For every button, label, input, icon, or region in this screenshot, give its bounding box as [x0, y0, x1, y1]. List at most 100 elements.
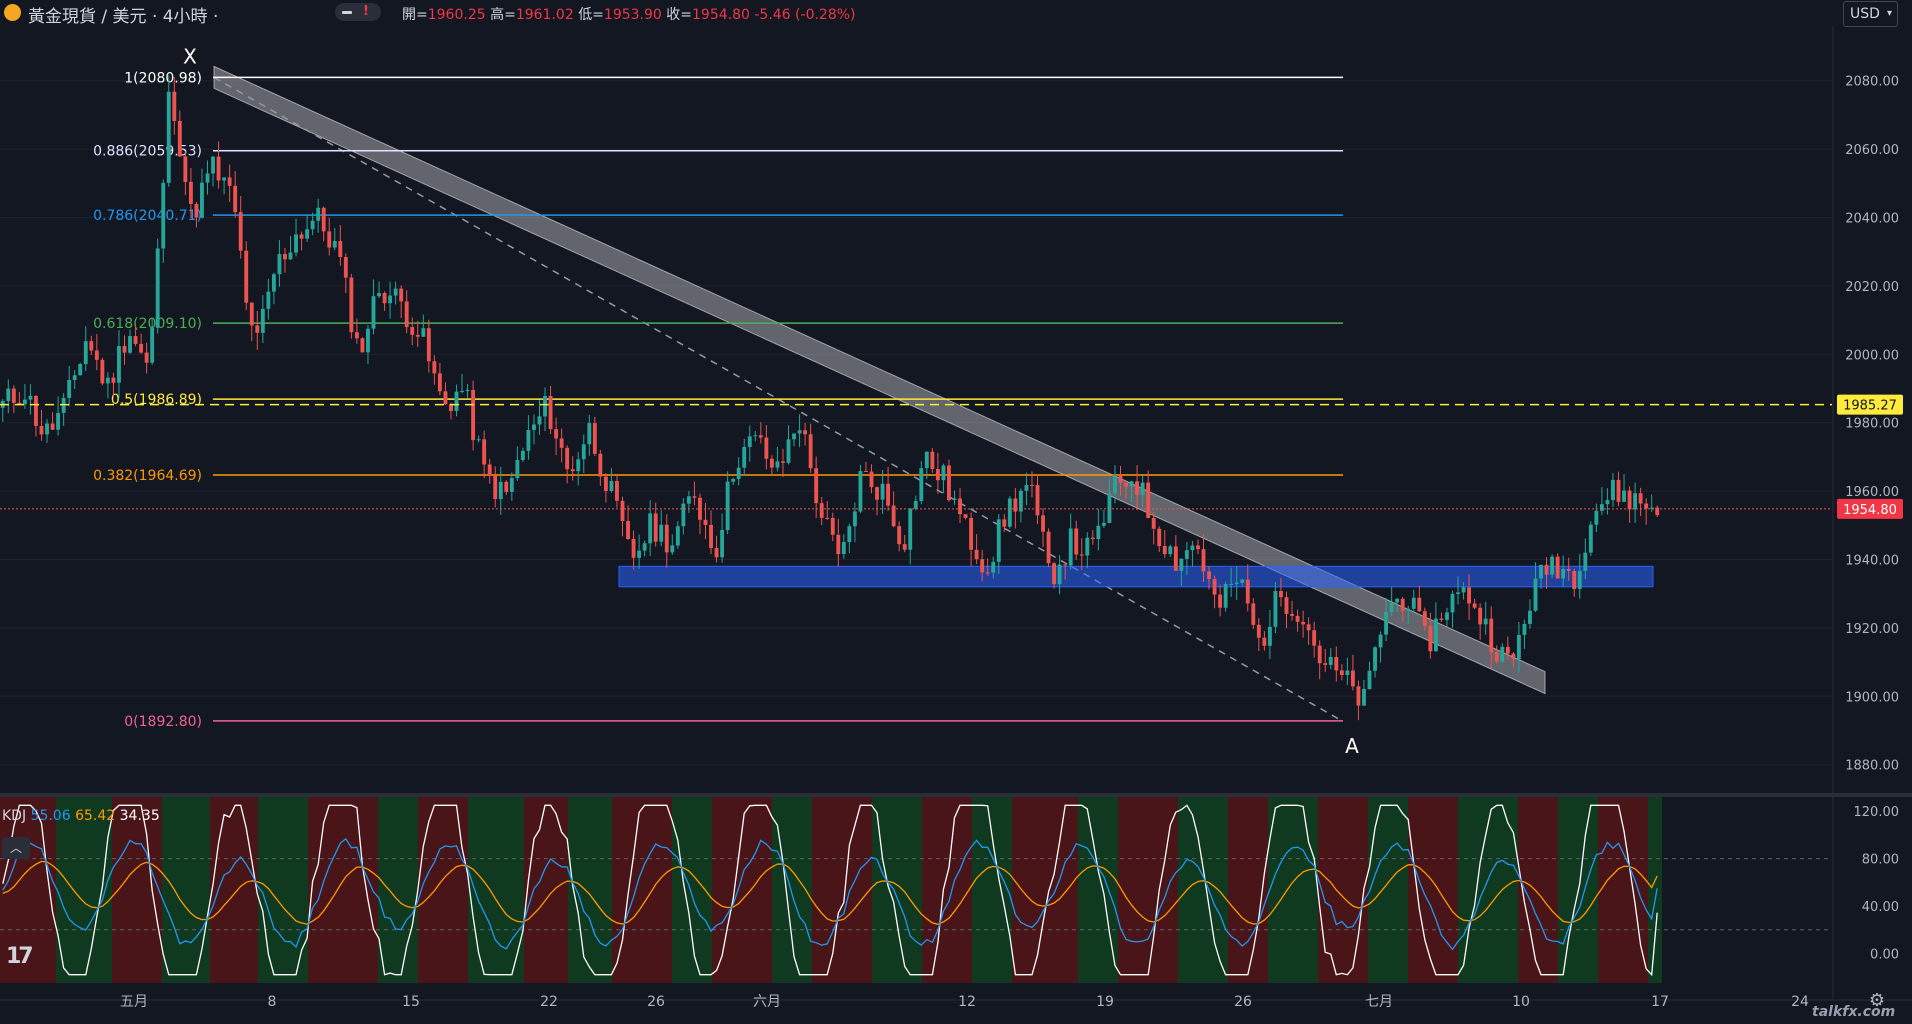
- point-x-label: X: [183, 44, 197, 68]
- candle-body: [1190, 545, 1195, 551]
- candle-body: [1057, 564, 1062, 585]
- candle-body: [1113, 475, 1117, 494]
- candle-body: [117, 346, 121, 383]
- pane-separator: [0, 793, 1912, 797]
- candle-body: [294, 234, 298, 253]
- candle-body: [1328, 657, 1333, 665]
- candle-body: [1461, 587, 1466, 593]
- candle-body: [1339, 670, 1344, 676]
- kdj-tick-label: 0.00: [1870, 947, 1899, 962]
- candle-body: [1456, 592, 1460, 594]
- candle-body: [775, 461, 780, 468]
- candle-body: [1373, 647, 1377, 671]
- candle-body: [1068, 528, 1073, 566]
- candle-body: [404, 301, 409, 328]
- trend-channel[interactable]: [213, 65, 1546, 722]
- candle-body: [1007, 498, 1012, 527]
- candle-body: [1312, 630, 1317, 646]
- time-tick-label: 12: [958, 994, 976, 1010]
- candle-body: [426, 328, 431, 362]
- candle-body: [460, 391, 464, 393]
- candle-body: [11, 388, 16, 403]
- candle-body: [869, 471, 874, 488]
- candle-body: [393, 288, 398, 296]
- candle-body: [1301, 621, 1306, 625]
- candle-body: [648, 513, 653, 544]
- candle-body: [1024, 484, 1029, 491]
- candle-body: [974, 549, 979, 560]
- candle-body: [919, 468, 924, 501]
- candle-body: [1013, 498, 1018, 512]
- candle-body: [603, 476, 608, 491]
- fib-retracement[interactable]: 1(2080.98)0.886(2059.53)0.786(2040.71)0.…: [93, 70, 1343, 730]
- candle-body: [1218, 594, 1223, 608]
- price-tick-label: 1900.00: [1845, 690, 1899, 705]
- candle-body: [913, 500, 918, 509]
- candle-body: [1505, 646, 1510, 654]
- chevron-down-icon: ▾: [1886, 8, 1892, 19]
- high-value: 1961.02: [515, 7, 574, 23]
- fib-label: 0.618(2009.10): [93, 316, 202, 332]
- candle-body: [271, 274, 276, 292]
- watermark: talkfx.com: [1812, 1004, 1896, 1020]
- candle-body: [1472, 603, 1477, 608]
- candle-body: [631, 538, 636, 558]
- kdj-legend[interactable]: KDJ 55.06 65.42 34.35: [2, 808, 160, 824]
- time-tick-label: 17: [1651, 994, 1669, 1010]
- candle-body: [487, 464, 492, 476]
- candle-body: [255, 325, 260, 333]
- candle-body: [1350, 670, 1355, 687]
- chart-canvas[interactable]: 1(2080.98)0.886(2059.53)0.786(2040.71)0.…: [0, 0, 1912, 1024]
- candle-body: [1550, 556, 1555, 575]
- candle-body: [1267, 626, 1272, 646]
- time-tick-label: 19: [1096, 994, 1114, 1010]
- candle-body: [1378, 634, 1383, 648]
- time-tick-label: 六月: [753, 994, 781, 1010]
- candle-body: [753, 435, 758, 437]
- candle-body: [1428, 625, 1433, 652]
- candle-body: [366, 328, 370, 353]
- candle-body: [1445, 612, 1449, 620]
- candle-body: [814, 468, 819, 504]
- candle-body: [1124, 482, 1128, 487]
- candle-body: [133, 336, 138, 344]
- candle-body: [89, 341, 94, 351]
- support-zone[interactable]: [618, 565, 1654, 588]
- candle-body: [161, 182, 166, 249]
- kdj-stripe: [1318, 797, 1368, 983]
- candle-body: [609, 481, 614, 491]
- candle-body: [1572, 570, 1577, 589]
- candle-body: [587, 423, 592, 445]
- candle-body: [526, 429, 531, 451]
- candle-body: [1168, 546, 1173, 555]
- warning-icon: !: [363, 4, 369, 19]
- kdj-stripe: [612, 797, 672, 983]
- kdj-tick-label: 120.00: [1854, 805, 1900, 820]
- candle-body: [509, 478, 514, 492]
- candle-body: [277, 254, 282, 275]
- candle-body: [675, 526, 680, 546]
- candle-body: [1605, 500, 1610, 505]
- symbol-title[interactable]: 黃金現貨 / 美元 · 4小時 ·: [28, 2, 218, 27]
- candle-body: [205, 173, 210, 183]
- candle-body: [692, 496, 697, 498]
- candle-body: [1173, 546, 1178, 571]
- gold-coin-icon: [4, 4, 21, 21]
- candle-body: [769, 458, 774, 468]
- collapse-pane-button[interactable]: ︿: [2, 837, 30, 859]
- candle-body: [1046, 531, 1051, 564]
- time-axis[interactable]: 五月 8 15 22 26 六月 12 19 26 七月 10 17 24: [120, 994, 1809, 1010]
- candle-body: [1389, 602, 1394, 613]
- candle-body: [1522, 623, 1527, 635]
- candle-body: [1212, 579, 1217, 595]
- candle-body: [1179, 558, 1184, 571]
- candle-body: [128, 336, 132, 353]
- currency-selector[interactable]: USD ▾: [1843, 1, 1898, 27]
- candle-body: [432, 361, 437, 374]
- candle-body: [758, 435, 763, 438]
- candle-body: [1146, 482, 1151, 518]
- visibility-toggle[interactable]: !: [335, 3, 381, 21]
- candle-body: [105, 377, 110, 384]
- tradingview-logo-icon: 17: [6, 944, 34, 969]
- candle-body: [1644, 503, 1649, 509]
